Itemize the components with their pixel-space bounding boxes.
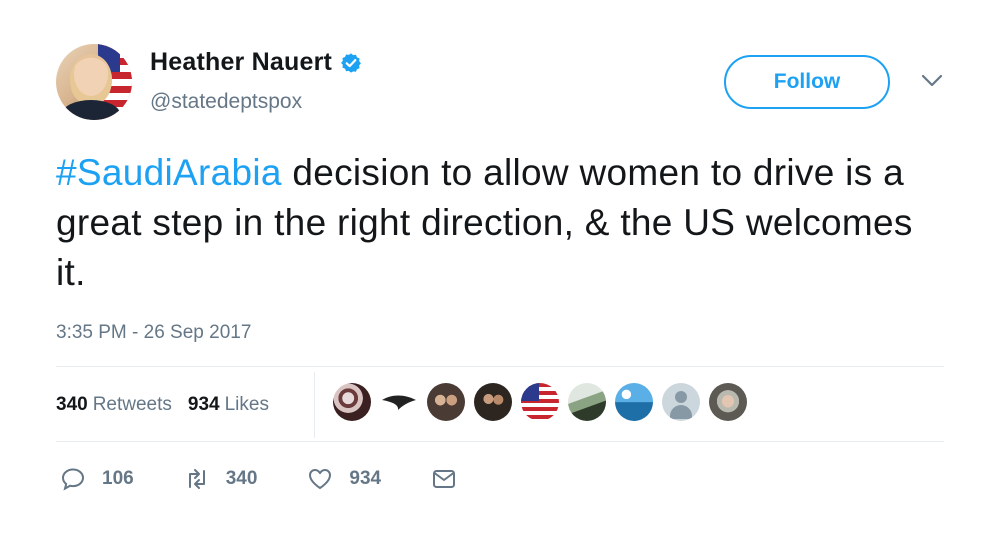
tweet-card: Heather Nauert @statedeptspox Follow #Sa… [0, 0, 1000, 536]
liker-avatar[interactable] [568, 383, 606, 421]
retweets-stat-label: Retweets [92, 394, 172, 415]
liker-avatar[interactable] [380, 383, 418, 421]
likes-stat-label: Likes [224, 394, 269, 415]
liker-avatar-logo [382, 395, 416, 410]
likes-stat[interactable]: 934 Likes [188, 394, 269, 416]
author-avatar[interactable] [56, 44, 132, 120]
liker-avatars [333, 383, 756, 421]
liker-avatar[interactable] [333, 383, 371, 421]
liker-avatar[interactable] [521, 383, 559, 421]
like-button[interactable]: 934 [307, 466, 381, 492]
follow-button[interactable]: Follow [724, 55, 890, 109]
direct-message-button[interactable] [431, 466, 457, 492]
liker-avatar-default[interactable] [662, 383, 700, 421]
liker-avatar[interactable] [615, 383, 653, 421]
like-heart-icon [309, 469, 332, 489]
reply-icon [61, 468, 85, 491]
author-handle[interactable]: @statedeptspox [150, 90, 302, 114]
liker-avatar[interactable] [427, 383, 465, 421]
verified-badge-icon [341, 52, 361, 73]
liker-avatar[interactable] [474, 383, 512, 421]
reply-count: 106 [102, 468, 134, 489]
author-display-name[interactable]: Heather Nauert [150, 48, 332, 77]
avatar-face [70, 54, 112, 106]
stats-divider-top [56, 366, 944, 367]
default-avatar-body [670, 405, 692, 419]
author-name-row: Heather Nauert [150, 48, 362, 77]
retweets-stat-count: 340 [56, 394, 88, 415]
like-count: 934 [349, 468, 382, 489]
retweets-stat[interactable]: 340 Retweets [56, 394, 172, 416]
liker-avatar[interactable] [709, 383, 747, 421]
tweet-timestamp[interactable]: 3:35 PM - 26 Sep 2017 [56, 322, 251, 344]
tweet-text: #SaudiArabia decision to allow women to … [56, 148, 936, 298]
likes-stat-count: 934 [187, 394, 220, 415]
chevron-down-icon[interactable] [921, 74, 943, 88]
stats-separator [314, 372, 315, 438]
direct-message-icon [433, 470, 456, 488]
engagement-stats: 340 Retweets 934 Likes [56, 394, 285, 416]
default-avatar-head [675, 391, 687, 403]
tweet-actions: 106 340 934 [60, 466, 507, 492]
retweet-button[interactable]: 340 [184, 466, 258, 492]
retweet-count: 340 [225, 468, 258, 489]
retweet-icon [188, 469, 205, 489]
liker-avatar-flag-canton [521, 383, 539, 401]
hashtag-link[interactable]: #SaudiArabia [56, 152, 282, 193]
stats-divider-bottom [56, 441, 944, 442]
reply-button[interactable]: 106 [60, 466, 134, 492]
